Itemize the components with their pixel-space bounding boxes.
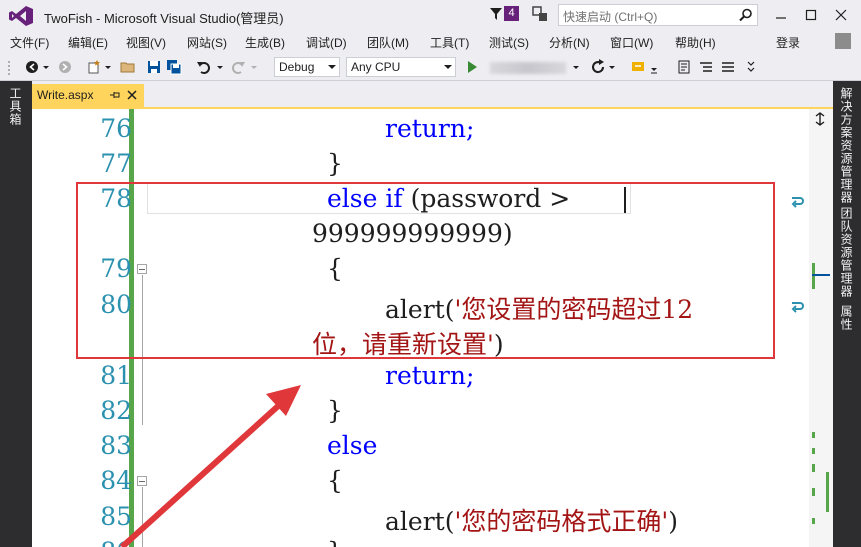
keyword: return; bbox=[385, 114, 475, 143]
line-number: 77 bbox=[100, 149, 132, 178]
code-line-84[interactable]: { bbox=[327, 466, 343, 495]
code-text: } bbox=[327, 149, 343, 178]
menu-edit[interactable]: 编辑(E) bbox=[68, 34, 108, 51]
code-text: { bbox=[327, 466, 343, 495]
code-line-85[interactable]: alert('您的密码格式正确') bbox=[385, 502, 678, 538]
code-line-83[interactable]: else bbox=[327, 431, 377, 460]
solution-configuration-select[interactable]: Debug bbox=[274, 57, 340, 77]
close-window-icon[interactable] bbox=[832, 6, 850, 24]
visual-studio-logo-icon bbox=[9, 6, 33, 26]
code-line-77[interactable]: } bbox=[327, 149, 343, 178]
menu-build[interactable]: 生成(B) bbox=[245, 34, 285, 51]
menu-help[interactable]: 帮助(H) bbox=[675, 34, 716, 51]
comment-out-icon[interactable] bbox=[698, 59, 714, 75]
close-icon[interactable] bbox=[126, 89, 138, 101]
chevron-down-icon bbox=[444, 65, 452, 69]
title-bar: TwoFish - Microsoft Visual Studio(管理员) 4… bbox=[0, 0, 861, 31]
menu-window[interactable]: 窗口(W) bbox=[610, 34, 653, 51]
redo-dropdown-icon[interactable] bbox=[250, 59, 258, 75]
new-project-icon[interactable] bbox=[86, 59, 102, 75]
solution-explorer-tab[interactable]: 解决方案资源管理器 bbox=[839, 87, 855, 204]
menu-website[interactable]: 网站(S) bbox=[187, 34, 227, 51]
string-literal: '您的密码格式正确' bbox=[454, 507, 669, 536]
notification-filter-icon[interactable] bbox=[490, 8, 502, 20]
code-text: } bbox=[327, 396, 343, 425]
menu-debug[interactable]: 调试(D) bbox=[306, 34, 347, 51]
tab-label: Write.aspx bbox=[37, 88, 94, 102]
toolbar-customize-icon[interactable] bbox=[746, 59, 756, 75]
menu-test[interactable]: 测试(S) bbox=[489, 34, 529, 51]
avatar[interactable] bbox=[835, 33, 851, 49]
standard-toolbar: Debug Any CPU bbox=[0, 53, 861, 81]
start-debugging-icon[interactable] bbox=[464, 59, 480, 75]
chevron-down-icon bbox=[328, 65, 336, 69]
keyword: else bbox=[327, 431, 378, 460]
uncomment-icon[interactable] bbox=[720, 59, 736, 75]
menu-tools[interactable]: 工具(T) bbox=[430, 34, 469, 51]
menu-team[interactable]: 团队(M) bbox=[367, 34, 409, 51]
quick-launch-input[interactable]: 快速启动 (Ctrl+Q) bbox=[558, 4, 758, 26]
menu-file[interactable]: 文件(F) bbox=[10, 34, 49, 51]
properties-tab[interactable]: 属性 bbox=[839, 305, 855, 331]
feedback-icon[interactable] bbox=[532, 6, 548, 22]
refresh-dropdown-icon[interactable] bbox=[608, 59, 616, 75]
browser-dropdown-icon[interactable] bbox=[572, 59, 580, 75]
document-tab-bar: Write.aspx bbox=[32, 81, 833, 109]
right-tool-strip: 解决方案资源管理器 团队资源管理器 属性 bbox=[833, 81, 861, 547]
save-all-icon[interactable] bbox=[166, 59, 182, 75]
code-line-82[interactable]: } bbox=[327, 396, 343, 425]
menu-view[interactable]: 视图(V) bbox=[126, 34, 166, 51]
toolbar-grip-icon[interactable] bbox=[6, 59, 12, 75]
solution-platform-select[interactable]: Any CPU bbox=[346, 57, 456, 77]
minimize-icon[interactable] bbox=[772, 6, 790, 24]
pin-icon[interactable] bbox=[110, 90, 120, 100]
toggle-bookmark-icon[interactable] bbox=[676, 59, 692, 75]
new-project-dropdown-icon[interactable] bbox=[104, 59, 112, 75]
code-text: ) bbox=[668, 507, 678, 536]
maximize-icon[interactable] bbox=[802, 6, 820, 24]
sign-in-link[interactable]: 登录 bbox=[776, 34, 800, 51]
annotation-arrow-icon bbox=[119, 385, 301, 547]
window-title: TwoFish - Microsoft Visual Studio(管理员) bbox=[44, 11, 284, 26]
code-line-86[interactable]: } bbox=[327, 537, 343, 547]
back-dropdown-icon[interactable] bbox=[42, 59, 50, 75]
menu-bar: 文件(F) 编辑(E) 视图(V) 网站(S) 生成(B) 调试(D) 团队(M… bbox=[0, 31, 861, 53]
notification-badge[interactable]: 4 bbox=[504, 6, 519, 21]
open-file-icon[interactable] bbox=[120, 59, 136, 75]
team-explorer-tab[interactable]: 团队资源管理器 bbox=[839, 207, 855, 298]
code-text: alert( bbox=[385, 507, 455, 536]
keyword: return; bbox=[385, 361, 475, 390]
browser-link-icon[interactable] bbox=[630, 59, 646, 75]
navigate-back-icon[interactable] bbox=[24, 59, 40, 75]
toolbox-strip: 工具箱 bbox=[0, 81, 32, 547]
code-line-81[interactable]: return; bbox=[385, 361, 474, 390]
navigate-forward-icon[interactable] bbox=[57, 59, 73, 75]
tab-write-aspx[interactable]: Write.aspx bbox=[32, 84, 144, 107]
word-wrap-glyph-icon bbox=[791, 197, 804, 208]
undo-dropdown-icon[interactable] bbox=[216, 59, 224, 75]
word-wrap-glyph-icon bbox=[791, 302, 804, 313]
toolbox-tab[interactable]: 工具箱 bbox=[8, 87, 24, 126]
redacted-browser-name bbox=[490, 62, 566, 74]
platform-value: Any CPU bbox=[351, 60, 401, 74]
split-window-icon[interactable] bbox=[813, 112, 827, 126]
scrollbar-change-markers bbox=[812, 263, 830, 524]
undo-icon[interactable] bbox=[196, 59, 212, 75]
save-icon[interactable] bbox=[146, 59, 162, 75]
refresh-icon[interactable] bbox=[590, 59, 606, 75]
configuration-value: Debug bbox=[279, 60, 315, 74]
toolbar-overflow-icon[interactable] bbox=[650, 59, 658, 75]
quick-launch-placeholder: 快速启动 (Ctrl+Q) bbox=[563, 10, 658, 24]
menu-analyze[interactable]: 分析(N) bbox=[549, 34, 590, 51]
code-text: } bbox=[327, 537, 343, 547]
code-line-76[interactable]: return; bbox=[385, 114, 474, 143]
line-number: 76 bbox=[100, 114, 132, 143]
search-icon[interactable] bbox=[739, 8, 753, 22]
annotation-highlight-box bbox=[76, 182, 775, 359]
redo-icon[interactable] bbox=[230, 59, 246, 75]
